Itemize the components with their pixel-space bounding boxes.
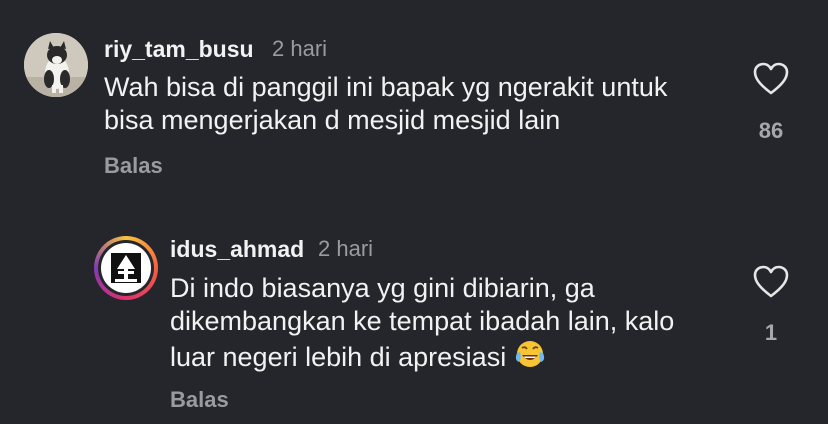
comment-text: Wah bisa di panggil ini bapak yg ngeraki…: [104, 71, 667, 137]
comment-text-line: bisa mengerjakan d mesjid mesjid lain: [104, 105, 561, 135]
comment-timestamp: 2 hari: [272, 36, 328, 61]
logo-icon: [111, 253, 141, 283]
heart-outline-icon[interactable]: [753, 62, 789, 96]
user-avatar-idus-ahmad[interactable]: [94, 236, 158, 300]
tears-of-joy-emoji-icon: [514, 338, 546, 378]
comment-text-line: Wah bisa di panggil ini bapak yg ngeraki…: [104, 72, 668, 102]
comment-text: Di indo biasanya yg gini dibiarin, ga di…: [170, 272, 674, 378]
user-avatar-riy-tam-busu[interactable]: [24, 33, 88, 97]
comment-timestamp: 2 hari: [318, 236, 374, 261]
comment-text-line-content: luar negeri lebih di apresiasi: [170, 342, 507, 372]
comment-username[interactable]: idus_ahmad: [170, 236, 304, 263]
comment-thread: riy_tam_busu 2 hari Wah bisa di panggil …: [0, 0, 828, 424]
reply-button[interactable]: Balas: [170, 387, 229, 413]
cat-photo-icon: [24, 33, 88, 97]
story-ring-gap: [98, 240, 154, 296]
like-count: 86: [758, 118, 784, 143]
comment-text-line: luar negeri lebih di apresiasi: [170, 338, 674, 378]
comment-text-line: dikembangkan ke tempat ibadah lain, kalo: [170, 306, 675, 336]
comment-username[interactable]: riy_tam_busu: [104, 36, 254, 63]
avatar-logo: [101, 243, 151, 293]
heart-outline-icon[interactable]: [753, 265, 789, 299]
comment-text-line: Di indo biasanya yg gini dibiarin, ga: [170, 273, 595, 303]
reply-button[interactable]: Balas: [104, 153, 163, 179]
like-count: 1: [764, 320, 778, 345]
